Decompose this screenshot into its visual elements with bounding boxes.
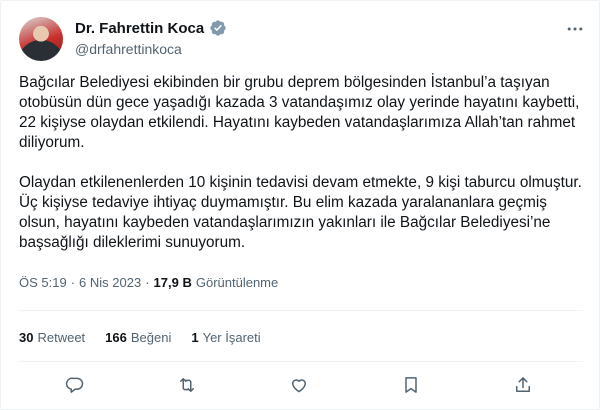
action-bar [19, 369, 583, 401]
tweet-paragraph: Olaydan etkilenenlerden 10 kişinin tedav… [19, 174, 582, 251]
tweet-date[interactable]: 6 Nis 2023 [79, 275, 141, 290]
bookmarks-count: 1 [191, 330, 199, 345]
verified-badge-icon [209, 19, 227, 37]
retweets-label: Retweet [37, 330, 86, 345]
author-name-row: Dr. Fahrettin Koca [75, 19, 227, 37]
likes-count: 166 [105, 330, 127, 345]
share-icon[interactable] [511, 373, 535, 397]
avatar[interactable] [19, 17, 63, 61]
meta-separator: · [145, 275, 150, 290]
views-label: Görüntülenme [195, 275, 279, 290]
likes-label: Beğeni [130, 330, 172, 345]
author-handle[interactable]: @drfahrettinkoca [75, 41, 182, 57]
bookmarks-stat[interactable]: 1 Yer İşareti [191, 330, 260, 345]
views-count: 17,9 B [153, 275, 192, 290]
retweet-icon[interactable] [175, 373, 199, 397]
divider [19, 361, 583, 362]
divider [19, 310, 583, 311]
like-icon[interactable] [287, 373, 311, 397]
author-display-name[interactable]: Dr. Fahrettin Koca [75, 20, 204, 37]
meta-separator: · [70, 275, 76, 290]
bookmark-icon[interactable] [399, 373, 423, 397]
more-icon[interactable] [563, 17, 587, 41]
tweet-card: Dr. Fahrettin Koca @drfahrettinkoca Bağc… [0, 0, 600, 410]
bookmarks-label: Yer İşareti [202, 330, 261, 345]
engagement-stats: 30 Retweet 166 Beğeni 1 Yer İşareti [19, 330, 261, 345]
tweet-text: Bağcılar Belediyesi ekibinden bir grubu … [19, 73, 585, 253]
tweet-meta: ÖS 5:19 · 6 Nis 2023 · 17,9 B Görüntülen… [19, 275, 278, 290]
tweet-time[interactable]: ÖS 5:19 [19, 275, 67, 290]
likes-stat[interactable]: 166 Beğeni [105, 330, 171, 345]
retweets-count: 30 [19, 330, 34, 345]
tweet-paragraph: Bağcılar Belediyesi ekibinden bir grubu … [19, 74, 580, 151]
retweets-stat[interactable]: 30 Retweet [19, 330, 85, 345]
reply-icon[interactable] [63, 373, 87, 397]
